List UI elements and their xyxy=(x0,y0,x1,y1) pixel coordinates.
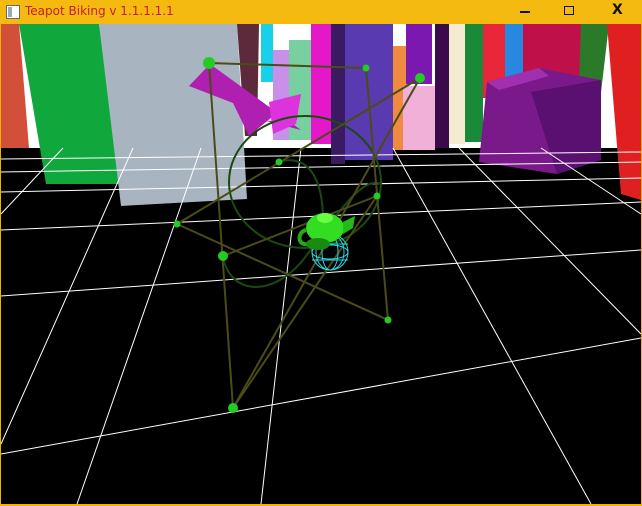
maximize-button[interactable] xyxy=(552,0,586,23)
building-plum xyxy=(435,24,449,148)
joint-mid xyxy=(275,158,283,166)
app-icon[interactable] xyxy=(6,5,20,19)
app-window: Teapot Biking v 1.1.1.1.1 X xyxy=(0,0,642,506)
window-title: Teapot Biking v 1.1.1.1.1 xyxy=(25,4,174,18)
joint-handle xyxy=(415,73,425,83)
joint-lower-right xyxy=(384,316,392,324)
close-button[interactable]: X xyxy=(596,0,642,23)
close-icon: X xyxy=(612,2,623,18)
joint-top-right xyxy=(362,64,370,72)
joint-left xyxy=(173,220,181,228)
game-viewport[interactable] xyxy=(1,24,641,504)
minimize-button[interactable] xyxy=(508,0,542,23)
scene-canvas xyxy=(1,24,641,504)
joint-bottom xyxy=(228,403,238,413)
title-bar[interactable]: Teapot Biking v 1.1.1.1.1 X xyxy=(0,0,642,24)
building-cream xyxy=(449,24,465,144)
building-green-far xyxy=(465,24,483,142)
building-indigo-dark xyxy=(331,24,345,164)
building-cyan xyxy=(261,24,273,82)
joint-top-left xyxy=(203,57,215,69)
joint-crank xyxy=(218,251,228,261)
building-magenta xyxy=(311,24,333,144)
building-gray xyxy=(99,24,247,206)
building-pink xyxy=(403,86,435,150)
joint-right xyxy=(373,192,381,200)
